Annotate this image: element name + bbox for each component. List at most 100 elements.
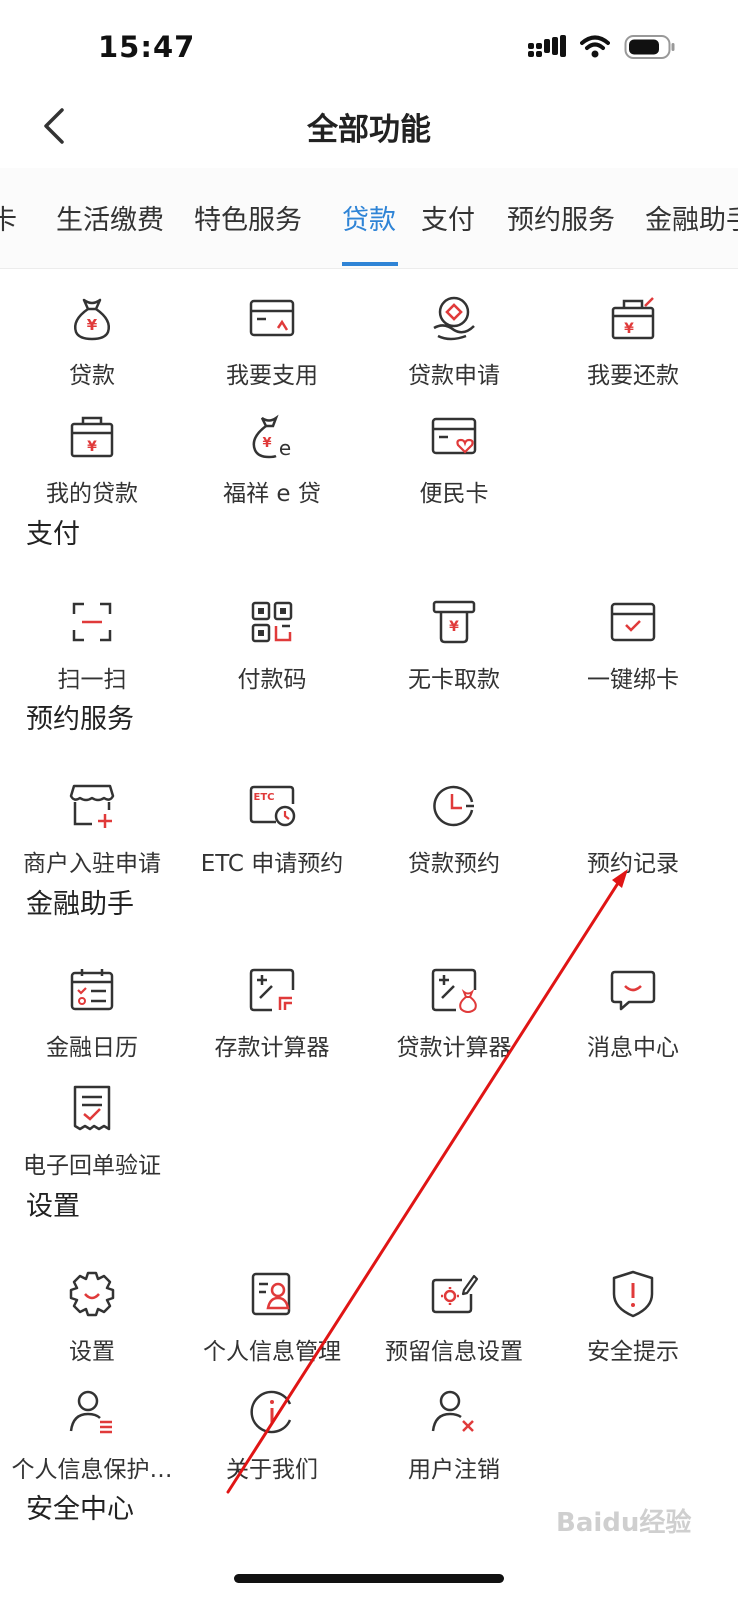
item-label: 电子回单验证	[23, 1153, 161, 1179]
loan-apply-item[interactable]: 贷款申请	[362, 292, 546, 390]
item-label: 预留信息设置	[385, 1339, 523, 1365]
security-tips-item[interactable]: 安全提示	[541, 1268, 725, 1366]
item-label: 贷款	[69, 363, 115, 389]
tab-financial-assistant[interactable]: 金融助手	[645, 198, 738, 237]
battery-icon	[624, 35, 675, 59]
loan-item[interactable]: ¥ 贷款	[0, 292, 184, 390]
item-label: 商户入驻申请	[23, 851, 161, 877]
loan-reservation-item[interactable]: 贷款预约	[362, 780, 546, 878]
account-cancel-item[interactable]: 用户注销	[362, 1386, 546, 1484]
status-time: 15:47	[98, 30, 196, 64]
card-withdraw-icon	[249, 299, 295, 337]
privacy-protection-item[interactable]: 个人信息保护…	[0, 1386, 184, 1484]
tab-special-services[interactable]: 特色服务	[194, 198, 302, 237]
item-label: 贷款预约	[408, 851, 500, 877]
signal-icon	[528, 35, 566, 57]
item-label: 福祥 e 贷	[223, 481, 321, 507]
e-receipt-verify-item[interactable]: 电子回单验证	[0, 1082, 184, 1180]
convenience-card-item[interactable]: 便民卡	[362, 410, 546, 508]
payment-code-item[interactable]: 付款码	[180, 596, 364, 694]
active-tab-indicator	[342, 262, 398, 266]
wifi-icon	[580, 35, 610, 58]
item-label: 消息中心	[587, 1035, 679, 1061]
my-loan-item[interactable]: ¥ 我的贷款	[0, 410, 184, 508]
deposit-calculator-item[interactable]: 存款计算器	[180, 964, 364, 1062]
status-icons	[528, 34, 676, 60]
financial-calendar-item[interactable]: 金融日历	[0, 964, 184, 1062]
item-label: 设置	[69, 1339, 115, 1365]
item-label: 个人信息保护…	[11, 1457, 173, 1483]
repay-item[interactable]: ¥ 我要还款	[541, 292, 725, 390]
profile-card-icon	[251, 1272, 291, 1316]
baidu-watermark: Baidu经验	[556, 1508, 692, 1538]
shield-alert-icon	[612, 1270, 654, 1318]
item-label: 用户注销	[408, 1457, 500, 1483]
scan-item[interactable]: 扫一扫	[0, 596, 184, 694]
section-title-assistant: 金融助手	[26, 889, 134, 920]
user-list-icon	[69, 1390, 112, 1434]
calendar-icon	[70, 969, 114, 1011]
svg-text:ETC: ETC	[254, 792, 275, 803]
fuxiang-e-loan-item[interactable]: ¥ e 福祥 e 贷	[180, 410, 364, 508]
cardless-withdraw-item[interactable]: ¥ 无卡取款	[362, 596, 546, 694]
svg-text:¥: ¥	[87, 316, 98, 334]
reserved-info-icon	[431, 1274, 479, 1314]
item-label: 个人信息管理	[203, 1339, 341, 1365]
receipt-check-icon	[73, 1085, 111, 1131]
svg-text:¥: ¥	[262, 436, 271, 451]
deposit-calculator-icon	[249, 968, 295, 1012]
nav-bar: 全部功能	[0, 92, 738, 162]
item-label: 无卡取款	[408, 667, 500, 693]
tab-reservation[interactable]: 预约服务	[507, 198, 615, 237]
home-indicator[interactable]	[234, 1574, 504, 1583]
personal-info-item[interactable]: 个人信息管理	[180, 1268, 364, 1366]
item-label: 一键绑卡	[587, 667, 679, 693]
item-label: 安全提示	[587, 1339, 679, 1365]
tab-loan[interactable]: 贷款	[342, 198, 396, 237]
section-title-settings: 设置	[26, 1191, 80, 1222]
bind-card-item[interactable]: 一键绑卡	[541, 596, 725, 694]
bind-card-icon	[610, 602, 656, 642]
reservation-record-icon-placeholder	[607, 780, 659, 832]
store-add-icon	[69, 784, 115, 828]
item-label: 便民卡	[419, 481, 489, 507]
item-label: 关于我们	[226, 1457, 318, 1483]
qr-code-icon	[251, 601, 293, 643]
svg-text:¥: ¥	[624, 321, 634, 337]
item-label: 贷款计算器	[396, 1035, 512, 1061]
item-label: 我的贷款	[46, 481, 138, 507]
etc-apply-item[interactable]: ETC ETC 申请预约	[180, 780, 364, 878]
repay-box-icon: ¥	[611, 297, 655, 340]
item-label: 金融日历	[46, 1035, 138, 1061]
section-title-payment: 支付	[26, 519, 80, 550]
clock-icon	[433, 785, 474, 827]
svg-text:¥: ¥	[87, 439, 97, 455]
section-title-security: 安全中心	[26, 1494, 134, 1525]
about-us-item[interactable]: 关于我们	[180, 1386, 364, 1484]
merchant-apply-item[interactable]: 商户入驻申请	[0, 780, 184, 878]
tab-payment[interactable]: 支付	[421, 198, 475, 237]
status-bar: 15:47	[0, 0, 738, 100]
item-label: 贷款申请	[408, 363, 500, 389]
reserved-info-item[interactable]: 预留信息设置	[362, 1268, 546, 1366]
user-remove-icon	[431, 1390, 474, 1432]
tab-life-payment[interactable]: 生活缴费	[56, 198, 164, 237]
item-label: 我要支用	[226, 363, 318, 389]
message-center-item[interactable]: 消息中心	[541, 964, 725, 1062]
money-bag-icon: ¥	[74, 298, 110, 341]
withdraw-item[interactable]: 我要支用	[180, 292, 364, 390]
svg-text:¥: ¥	[449, 619, 459, 635]
gear-icon	[69, 1271, 115, 1317]
money-bag-e-icon: ¥ e	[252, 414, 291, 460]
item-label: 预约记录	[587, 851, 679, 877]
etc-card-icon: ETC	[249, 785, 296, 827]
reservation-record-item[interactable]: 预约记录	[541, 780, 725, 878]
page-title: 全部功能	[307, 112, 431, 148]
hand-coin-icon	[433, 296, 475, 341]
settings-item[interactable]: 设置	[0, 1268, 184, 1366]
category-tabs: 卡 生活缴费 特色服务 贷款 支付 预约服务 金融助手	[0, 168, 738, 269]
section-title-reservation: 预约服务	[26, 704, 134, 735]
loan-calculator-item[interactable]: 贷款计算器	[362, 964, 546, 1062]
tab-card[interactable]: 卡	[0, 198, 17, 237]
item-label: 付款码	[237, 667, 307, 693]
